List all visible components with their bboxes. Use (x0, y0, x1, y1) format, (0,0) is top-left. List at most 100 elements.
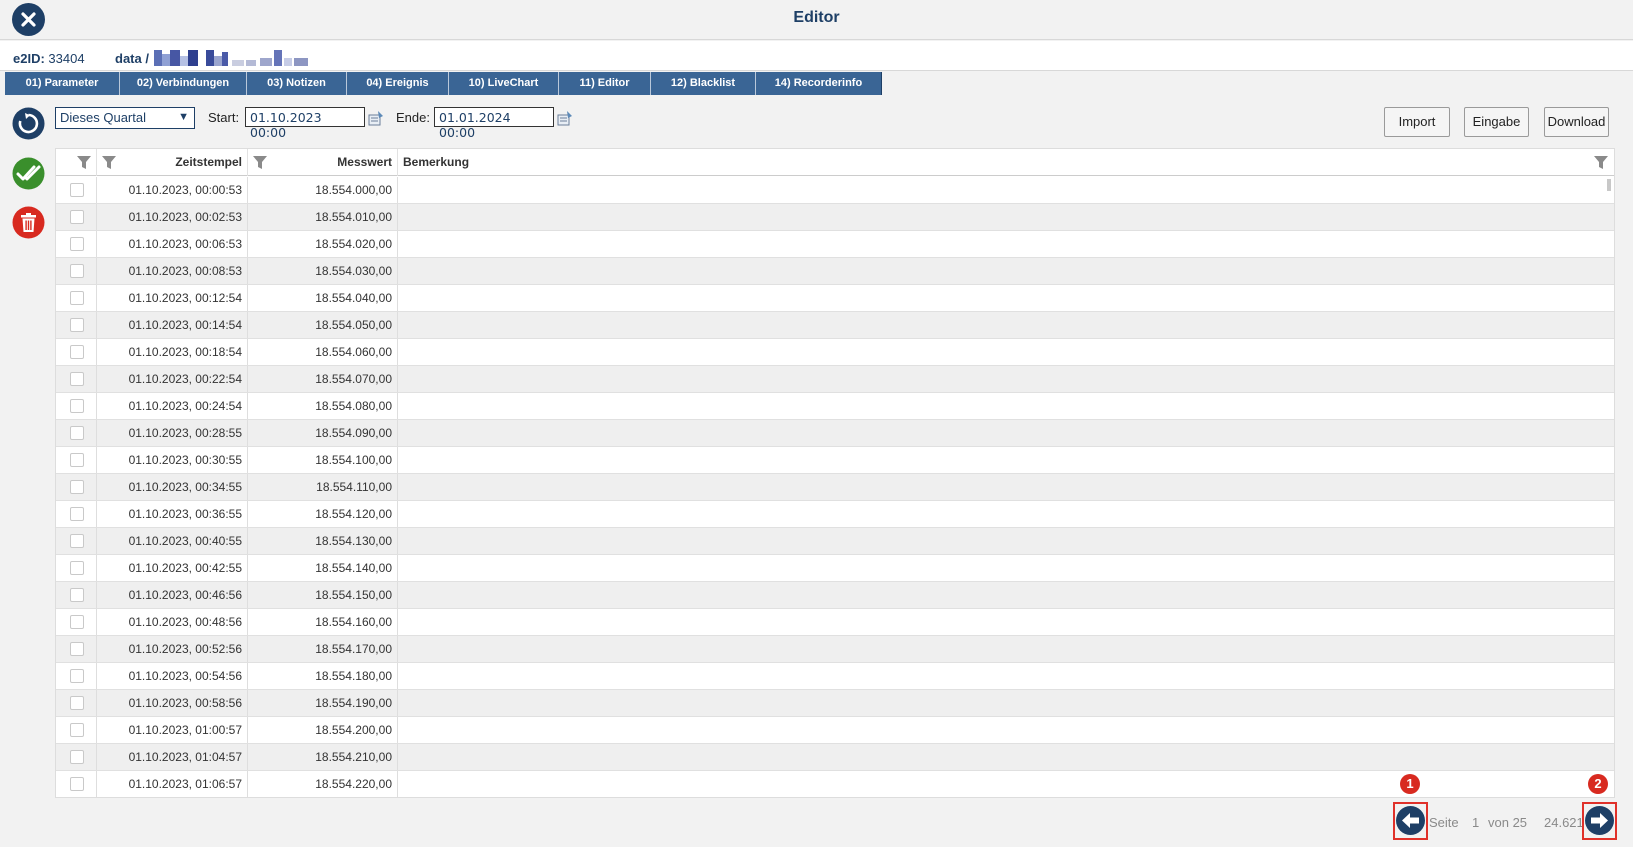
row-checkbox[interactable] (70, 237, 84, 251)
tab-editor[interactable]: 11) Editor (559, 72, 651, 95)
filter-icon[interactable] (1594, 156, 1608, 169)
row-checkbox[interactable] (70, 480, 84, 494)
next-page-button[interactable] (1582, 802, 1617, 840)
table-row[interactable]: 01.10.2023, 00:48:56 18.554.160,00 (56, 609, 1614, 636)
row-checkbox[interactable] (70, 183, 84, 197)
cell-bemerkung[interactable] (398, 555, 1614, 581)
row-checkbox[interactable] (70, 345, 84, 359)
table-row[interactable]: 01.10.2023, 00:12:54 18.554.040,00 (56, 285, 1614, 312)
cell-bemerkung[interactable] (398, 339, 1614, 365)
table-row[interactable]: 01.10.2023, 00:22:54 18.554.070,00 (56, 366, 1614, 393)
table-row[interactable]: 01.10.2023, 00:18:54 18.554.060,00 (56, 339, 1614, 366)
table-row[interactable]: 01.10.2023, 00:08:53 18.554.030,00 (56, 258, 1614, 285)
trash-icon[interactable] (12, 206, 45, 239)
double-check-icon[interactable] (12, 157, 45, 190)
row-checkbox[interactable] (70, 723, 84, 737)
table-row[interactable]: 01.10.2023, 00:30:55 18.554.100,00 (56, 447, 1614, 474)
cell-bemerkung[interactable] (398, 771, 1614, 797)
row-checkbox[interactable] (70, 291, 84, 305)
table-row[interactable]: 01.10.2023, 00:54:56 18.554.180,00 (56, 663, 1614, 690)
row-checkbox[interactable] (70, 264, 84, 278)
calendar-picker-icon[interactable] (368, 110, 384, 126)
cell-bemerkung[interactable] (398, 231, 1614, 257)
table-row[interactable]: 01.10.2023, 00:36:55 18.554.120,00 (56, 501, 1614, 528)
cell-bemerkung[interactable] (398, 663, 1614, 689)
cell-bemerkung[interactable] (398, 420, 1614, 446)
table-row[interactable]: 01.10.2023, 01:04:57 18.554.210,00 (56, 744, 1614, 771)
row-checkbox[interactable] (70, 777, 84, 791)
page-current: 1 (1472, 815, 1480, 830)
cell-bemerkung[interactable] (398, 393, 1614, 419)
cell-bemerkung[interactable] (398, 285, 1614, 311)
cell-bemerkung[interactable] (398, 636, 1614, 662)
table-row[interactable]: 01.10.2023, 01:06:57 18.554.220,00 (56, 771, 1614, 797)
table-row[interactable]: 01.10.2023, 00:40:55 18.554.130,00 (56, 528, 1614, 555)
header-select-col (56, 149, 97, 176)
cell-bemerkung[interactable] (398, 717, 1614, 743)
tab-verbindungen[interactable]: 02) Verbindungen (120, 72, 247, 95)
row-checkbox[interactable] (70, 669, 84, 683)
table-row[interactable]: 01.10.2023, 00:52:56 18.554.170,00 (56, 636, 1614, 663)
calendar-picker-icon[interactable] (557, 110, 573, 126)
tab-recorderinfo[interactable]: 14) Recorderinfo (756, 72, 882, 95)
table-row[interactable]: 01.10.2023, 00:02:53 18.554.010,00 (56, 204, 1614, 231)
table-row[interactable]: 01.10.2023, 00:14:54 18.554.050,00 (56, 312, 1614, 339)
table-row[interactable]: 01.10.2023, 00:46:56 18.554.150,00 (56, 582, 1614, 609)
period-select[interactable]: Dieses Quartal ▼ (55, 107, 195, 129)
row-checkbox[interactable] (70, 426, 84, 440)
table-row[interactable]: 01.10.2023, 00:06:53 18.554.020,00 (56, 231, 1614, 258)
cell-bemerkung[interactable] (398, 204, 1614, 230)
tab-livechart[interactable]: 10) LiveChart (449, 72, 559, 95)
import-button[interactable]: Import (1384, 107, 1450, 137)
row-checkbox[interactable] (70, 561, 84, 575)
cell-bemerkung[interactable] (398, 258, 1614, 284)
cell-bemerkung[interactable] (398, 366, 1614, 392)
download-button[interactable]: Download (1544, 107, 1609, 137)
cell-bemerkung[interactable] (398, 690, 1614, 716)
row-checkbox[interactable] (70, 588, 84, 602)
cell-bemerkung[interactable] (398, 582, 1614, 608)
row-checkbox[interactable] (70, 507, 84, 521)
refresh-icon[interactable] (12, 107, 45, 140)
cell-bemerkung[interactable] (398, 609, 1614, 635)
table-row[interactable]: 01.10.2023, 00:00:53 18.554.000,00 (56, 177, 1614, 204)
filter-icon[interactable] (102, 156, 116, 169)
row-checkbox[interactable] (70, 642, 84, 656)
tab-ereignis[interactable]: 04) Ereignis (347, 72, 449, 95)
row-checkbox[interactable] (70, 615, 84, 629)
end-date-input[interactable]: 01.01.2024 00:00 (434, 107, 554, 140)
row-checkbox[interactable] (70, 372, 84, 386)
row-checkbox[interactable] (70, 318, 84, 332)
header-bemerkung[interactable]: Bemerkung (398, 149, 1614, 176)
cell-bemerkung[interactable] (398, 177, 1614, 203)
table-row[interactable]: 01.10.2023, 00:42:55 18.554.140,00 (56, 555, 1614, 582)
tab-blacklist[interactable]: 12) Blacklist (651, 72, 756, 95)
header-zeitstempel[interactable]: Zeitstempel (97, 149, 248, 176)
cell-bemerkung[interactable] (398, 744, 1614, 770)
table-row[interactable]: 01.10.2023, 00:34:55 18.554.110,00 (56, 474, 1614, 501)
cell-bemerkung[interactable] (398, 447, 1614, 473)
row-checkbox[interactable] (70, 534, 84, 548)
table-row[interactable]: 01.10.2023, 01:00:57 18.554.200,00 (56, 717, 1614, 744)
row-checkbox[interactable] (70, 399, 84, 413)
start-date-input[interactable]: 01.10.2023 00:00 (245, 107, 365, 140)
table-row[interactable]: 01.10.2023, 00:58:56 18.554.190,00 (56, 690, 1614, 717)
header-messwert[interactable]: Messwert (248, 149, 398, 176)
eingabe-button[interactable]: Eingabe (1464, 107, 1529, 137)
cell-bemerkung[interactable] (398, 528, 1614, 554)
filter-icon[interactable] (77, 156, 91, 169)
previous-page-button[interactable] (1393, 802, 1428, 840)
row-checkbox[interactable] (70, 750, 84, 764)
row-checkbox[interactable] (70, 696, 84, 710)
filter-icon[interactable] (253, 156, 267, 169)
scrollbar[interactable] (1607, 179, 1611, 191)
table-row[interactable]: 01.10.2023, 00:28:55 18.554.090,00 (56, 420, 1614, 447)
tab-parameter[interactable]: 01) Parameter (5, 72, 120, 95)
cell-bemerkung[interactable] (398, 474, 1614, 500)
tab-notizen[interactable]: 03) Notizen (247, 72, 347, 95)
cell-bemerkung[interactable] (398, 501, 1614, 527)
row-checkbox[interactable] (70, 453, 84, 467)
cell-bemerkung[interactable] (398, 312, 1614, 338)
table-row[interactable]: 01.10.2023, 00:24:54 18.554.080,00 (56, 393, 1614, 420)
row-checkbox[interactable] (70, 210, 84, 224)
